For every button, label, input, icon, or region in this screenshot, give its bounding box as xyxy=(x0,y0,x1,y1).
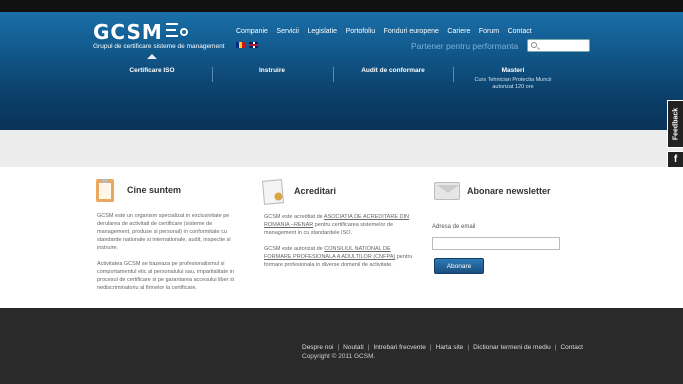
nav-item-cariere[interactable]: Cariere xyxy=(447,28,470,35)
text-fragment: GCSM este autorizat de xyxy=(264,246,325,252)
clipboard-icon xyxy=(96,179,114,202)
certificate-icon xyxy=(261,179,285,205)
nav-item-legislatie[interactable]: Legislatie xyxy=(307,28,337,35)
feedback-tab[interactable]: Feedback xyxy=(667,100,683,148)
footer-link-dictionar[interactable]: Dictionar termeni de mediu xyxy=(473,344,551,351)
header: GCSM Grupul de certificare sisteme de ma… xyxy=(0,12,683,130)
footer-separator: | xyxy=(554,344,557,351)
tab-divider xyxy=(212,67,213,82)
language-switcher xyxy=(236,42,258,48)
email-field[interactable] xyxy=(432,237,560,250)
nav-item-companie[interactable]: Companie xyxy=(236,28,268,35)
footer-link-contact[interactable]: Contact xyxy=(560,344,582,351)
footer-separator: | xyxy=(429,344,432,351)
active-nav-pointer xyxy=(147,54,157,59)
footer-link-noutati[interactable]: Noutati xyxy=(343,344,364,351)
footer-separator: | xyxy=(467,344,470,351)
brand-tagline: Grupul de certificare sisteme de managem… xyxy=(93,43,225,50)
nav-item-servicii[interactable]: Servicii xyxy=(276,28,299,35)
feedback-label: Feedback xyxy=(672,107,679,141)
ro-flag-icon[interactable] xyxy=(236,42,245,48)
about-title: Cine suntem xyxy=(127,185,182,195)
nav-item-forum[interactable]: Forum xyxy=(479,28,499,35)
footer-separator: | xyxy=(337,344,340,351)
tab-label: Instruire xyxy=(258,67,285,74)
envelope-icon xyxy=(434,182,460,200)
subscribe-button[interactable]: Abonare xyxy=(434,258,484,274)
nav-item-contact[interactable]: Contact xyxy=(508,28,532,35)
logo-mark-icon xyxy=(165,23,188,37)
newsletter-title: Abonare newsletter xyxy=(467,186,551,196)
motto: Partener pentru performanta xyxy=(411,41,519,51)
footer-link-intrebari-frecvente[interactable]: Intrebari frecvente xyxy=(373,344,425,351)
about-paragraph-1: GCSM este un organism specializat in exc… xyxy=(97,213,231,251)
search-icon[interactable] xyxy=(531,42,537,48)
main-nav: Companie Servicii Legislatie Portofoliu … xyxy=(236,28,540,35)
footer-links: Despre noi | Noutati | Intrebari frecvente | H… xyxy=(302,344,583,351)
footer-link-despre-noi[interactable]: Despre noi xyxy=(302,344,333,351)
email-label: Adresa de email xyxy=(432,224,476,230)
footer: Despre noi | Noutati | Intrebari frecvente | H… xyxy=(0,308,683,384)
tab-sub-line-1: Curs Tehnician Protectia Muncii xyxy=(474,77,552,83)
footer-link-harta-site[interactable]: Harta site xyxy=(436,344,464,351)
tab-label: Certificare ISO xyxy=(129,67,175,74)
accreditations-title: Acreditari xyxy=(294,186,337,196)
accreditations-paragraph-1: GCSM este acreditat de ASOCIATIA DE ACRE… xyxy=(264,214,414,238)
tab-divider xyxy=(453,67,454,82)
facebook-icon[interactable]: f xyxy=(667,151,683,168)
nav-item-fonduri-europene[interactable]: Fonduri europene xyxy=(384,28,439,35)
tab-divider xyxy=(333,67,334,82)
uk-flag-icon[interactable] xyxy=(249,42,258,48)
nav-item-portofoliu[interactable]: Portofoliu xyxy=(346,28,376,35)
about-paragraph-2: Activitatea GCSM se bazeaza pe profesion… xyxy=(97,261,234,291)
text-fragment: GCSM este acreditat de xyxy=(264,214,324,220)
copyright: Copyright © 2011 GCSM. xyxy=(302,353,376,360)
footer-separator: | xyxy=(367,344,370,351)
search-input[interactable] xyxy=(540,41,588,51)
tab-masteri[interactable]: Masteri Curs Tehnician Protectia Muncii … xyxy=(464,67,562,90)
logo-text: GCSM xyxy=(93,20,163,44)
accreditations-paragraph-2: GCSM este autorizat de CONSILIUL NATIONA… xyxy=(264,246,414,270)
tab-label: Masteri xyxy=(501,67,525,74)
tab-certificare-iso[interactable]: Certificare ISO xyxy=(118,67,186,74)
tab-audit-de-conformare[interactable]: Audit de conformare xyxy=(352,67,434,74)
search-box xyxy=(527,39,590,52)
top-strip xyxy=(0,0,683,12)
banner-area xyxy=(0,130,683,167)
brand-logo[interactable]: GCSM Grupul de certificare sisteme de ma… xyxy=(93,20,225,50)
tab-label: Audit de conformare xyxy=(361,67,425,74)
tab-instruire[interactable]: Instruire xyxy=(240,67,304,74)
tab-sub-line-2: autorizat 120 ore xyxy=(492,83,534,90)
